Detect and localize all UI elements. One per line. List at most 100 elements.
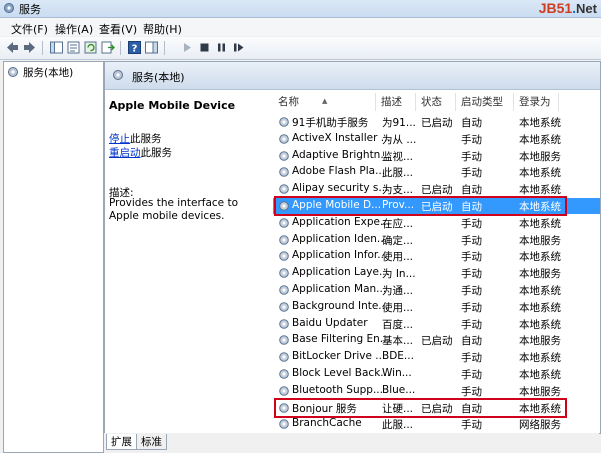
service-name-cell: ActiveX Installer ... <box>292 131 391 144</box>
service-row[interactable]: Bluetooth Supp... Blue... 手动 本地服务 <box>273 383 600 399</box>
service-logon-cell: 本地系统 <box>519 301 561 314</box>
menu-action[interactable]: 操作(A) <box>55 21 93 37</box>
service-name-cell: Base Filtering En... <box>292 333 390 346</box>
service-gear-icon <box>278 402 290 414</box>
service-desc-cell: Prov... <box>382 199 415 211</box>
service-row[interactable]: Application Laye... 为 In... 手动 本地服务 <box>273 265 600 281</box>
show-tree-icon[interactable] <box>49 40 64 55</box>
column-header-description[interactable]: 描述 <box>376 93 416 111</box>
gear-icon <box>7 66 19 78</box>
service-logon-cell: 本地系统 <box>519 402 561 415</box>
service-logon-cell: 本地系统 <box>519 184 561 197</box>
service-desc-cell: 为通... <box>382 285 414 297</box>
service-row[interactable]: Application Man... 为通... 手动 本地系统 <box>273 282 600 298</box>
column-header-startup-type[interactable]: 启动类型 <box>456 93 514 111</box>
service-startup-cell: 自动 <box>461 335 482 348</box>
stop-service-text: 此服务 <box>130 133 162 145</box>
export-list-icon[interactable] <box>100 40 115 55</box>
service-logon-cell: 本地系统 <box>519 117 561 129</box>
service-row[interactable]: Base Filtering En... 基本... 已启动 自动 本地服务 <box>273 332 600 348</box>
service-desc-cell: 为 In... <box>382 268 416 281</box>
service-gear-icon <box>278 284 290 296</box>
menu-file[interactable]: 文件(F) <box>11 21 48 37</box>
service-desc-cell: 为支... <box>382 184 414 197</box>
service-row[interactable]: Adobe Flash Pla... 此服... 手动 本地系统 <box>273 164 600 180</box>
toolbar-separator <box>164 41 165 55</box>
service-row[interactable]: Bonjour 服务 让硬... 已启动 自动 本地系统 <box>273 400 600 416</box>
menu-view[interactable]: 查看(V) <box>99 21 137 37</box>
properties-icon[interactable] <box>66 40 81 55</box>
column-header-status[interactable]: 状态 <box>416 93 456 111</box>
service-logon-cell: 本地系统 <box>519 167 561 180</box>
services-panel: 服务(本地) Apple Mobile Device 停止此服务 重启动此服务 … <box>104 61 601 434</box>
service-logon-cell: 本地系统 <box>519 285 561 297</box>
services-list: 名称 ▲ 描述 状态 启动类型 登录为 91手机助手服务 为91... 已启动 自动 本地… <box>273 90 600 432</box>
toolbar: ? <box>0 37 601 60</box>
service-desc-cell: Win... <box>382 367 412 379</box>
service-startup-cell: 手动 <box>461 385 482 398</box>
restart-service-link[interactable]: 重启动 <box>109 147 141 159</box>
menu-help[interactable]: 帮助(H) <box>143 21 182 37</box>
service-name-cell: Bonjour 服务 <box>292 402 357 415</box>
service-desc-cell: 此服... <box>382 419 414 432</box>
service-logon-cell: 网络服务 <box>519 419 561 432</box>
start-service-icon[interactable] <box>180 40 195 55</box>
service-name-cell: Application Iden... <box>292 232 387 245</box>
console-tree-icon[interactable] <box>144 40 159 55</box>
tab-standard[interactable]: 标准 <box>136 434 167 450</box>
service-desc-cell: 在应... <box>382 217 414 230</box>
service-row[interactable]: Apple Mobile D... Prov... 已启动 自动 本地系统 <box>273 198 600 214</box>
stop-service-link[interactable]: 停止 <box>109 133 130 145</box>
service-startup-cell: 手动 <box>461 318 482 331</box>
description-text: Provides the interface to Apple mobile d… <box>109 197 238 222</box>
service-row[interactable]: Baidu Updater 百度... 手动 本地系统 <box>273 316 600 332</box>
service-row[interactable]: Adaptive Brightn... 监视... 手动 本地服务 <box>273 148 600 164</box>
service-name-cell: BitLocker Drive ... <box>292 350 386 363</box>
service-row[interactable]: Background Inte... 使用... 手动 本地系统 <box>273 299 600 315</box>
service-row[interactable]: Application Infor... 使用... 手动 本地系统 <box>273 248 600 264</box>
service-logon-cell: 本地服务 <box>519 385 561 398</box>
service-row[interactable]: ActiveX Installer ... 为从 ... 手动 本地系统 <box>273 131 600 147</box>
service-name-cell: Bluetooth Supp... <box>292 383 383 396</box>
service-logon-cell: 本地系统 <box>519 217 561 230</box>
window-title: 服务 <box>19 3 41 16</box>
panel-title: 服务(本地) <box>132 71 185 84</box>
service-desc-cell: BDE... <box>382 350 414 363</box>
service-row[interactable]: 91手机助手服务 为91... 已启动 自动 本地系统 <box>273 114 600 130</box>
back-arrow-icon[interactable] <box>5 40 20 55</box>
service-gear-icon <box>278 301 290 313</box>
restart-service-icon[interactable] <box>231 40 246 55</box>
service-status-cell: 已启动 <box>421 117 453 129</box>
service-row[interactable]: Application Iden... 确定... 手动 本地服务 <box>273 232 600 248</box>
menu-bar: 文件(F) 操作(A) 查看(V) 帮助(H) <box>0 18 601 36</box>
forward-arrow-icon[interactable] <box>22 40 37 55</box>
stop-service-icon[interactable] <box>197 40 212 55</box>
service-gear-icon <box>278 200 290 212</box>
pause-service-icon[interactable] <box>214 40 229 55</box>
service-status-cell: 已启动 <box>421 402 453 415</box>
service-gear-icon <box>278 234 290 246</box>
service-startup-cell: 手动 <box>461 150 482 163</box>
service-row[interactable]: Alipay security s... 为支... 已启动 自动 本地系统 <box>273 181 600 197</box>
stop-service-action: 停止此服务 <box>109 131 162 146</box>
column-header-name[interactable]: 名称 ▲ <box>273 93 376 111</box>
service-startup-cell: 自动 <box>461 117 482 129</box>
column-header-log-on-as[interactable]: 登录为 <box>514 93 559 111</box>
help-icon[interactable]: ? <box>127 40 142 55</box>
refresh-icon[interactable] <box>83 40 98 55</box>
service-row[interactable]: Application Expe... 在应... 手动 本地系统 <box>273 215 600 231</box>
service-row[interactable]: Block Level Back... Win... 手动 本地系统 <box>273 366 600 382</box>
panel-header: 服务(本地) <box>105 62 600 90</box>
service-gear-icon <box>278 368 290 380</box>
service-gear-icon <box>278 250 290 262</box>
service-detail-pane: Apple Mobile Device 停止此服务 重启动此服务 描述: Pro… <box>105 90 272 432</box>
service-name-cell: Application Laye... <box>292 266 389 279</box>
view-tabs: 扩展 标准 <box>104 433 599 452</box>
service-row[interactable]: BitLocker Drive ... BDE... 手动 本地系统 <box>273 349 600 365</box>
service-name-cell: BranchCache <box>292 417 362 430</box>
service-row[interactable]: BranchCache 此服... 手动 网络服务 <box>273 416 600 432</box>
service-name-cell: 91手机助手服务 <box>292 117 369 129</box>
tab-extended[interactable]: 扩展 <box>106 434 137 450</box>
service-startup-cell: 手动 <box>461 268 482 281</box>
service-gear-icon <box>278 318 290 330</box>
